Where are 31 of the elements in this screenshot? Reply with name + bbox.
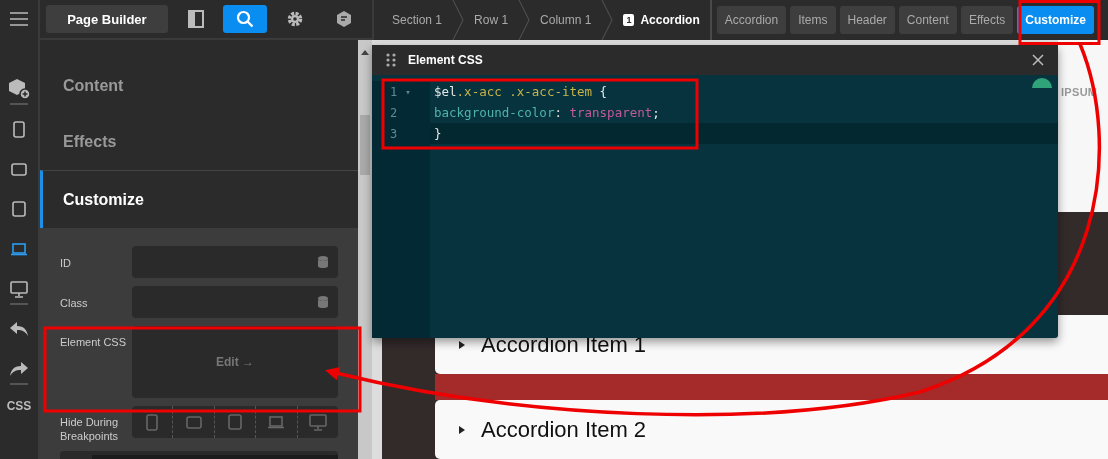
tab[interactable]: Content [898, 6, 957, 34]
field-label: Element CSS [60, 335, 128, 349]
accordion-title: Accordion Item 1 [481, 331, 647, 358]
code-line: $el.x-acc .x-acc-item { [433, 84, 608, 99]
code-line: } [433, 126, 442, 141]
tab[interactable]: Items [790, 6, 836, 34]
line-number: 3 [390, 126, 398, 141]
dialog-title: Element CSS [408, 53, 484, 67]
tab[interactable]: Effects [960, 6, 1014, 34]
tab[interactable]: Accordion [716, 6, 787, 34]
breadcrumb[interactable]: Column 1 [530, 13, 602, 27]
breadcrumb[interactable]: Section 1 [382, 13, 453, 27]
tab[interactable]: Customize [1017, 6, 1095, 34]
code-line: background-color: transparent; [433, 105, 660, 120]
line-number: 1 [390, 84, 398, 99]
fold-marker[interactable]: ▾ [405, 86, 411, 97]
accordion-item[interactable]: Accordion Item 2 [435, 400, 1108, 459]
edit-button[interactable]: Edit → [132, 326, 338, 398]
tab[interactable]: Header [839, 6, 895, 34]
field-label: Class [60, 296, 89, 310]
panel-section[interactable]: Effects [40, 114, 358, 170]
breadcrumb[interactable]: 1 Accordion [613, 13, 710, 27]
breadcrumb[interactable]: Row 1 [464, 13, 519, 27]
line-number: 2 [390, 105, 398, 120]
accordion-title: Accordion Item 2 [481, 416, 647, 443]
css-label[interactable]: CSS [6, 399, 32, 413]
field-label: Hide During Breakpoints [60, 415, 120, 443]
page-builder-button[interactable]: Page Builder [46, 5, 168, 33]
count-badge: 1 [623, 14, 635, 26]
panel-section[interactable]: Content [40, 58, 358, 114]
field-label: ID [60, 256, 72, 270]
